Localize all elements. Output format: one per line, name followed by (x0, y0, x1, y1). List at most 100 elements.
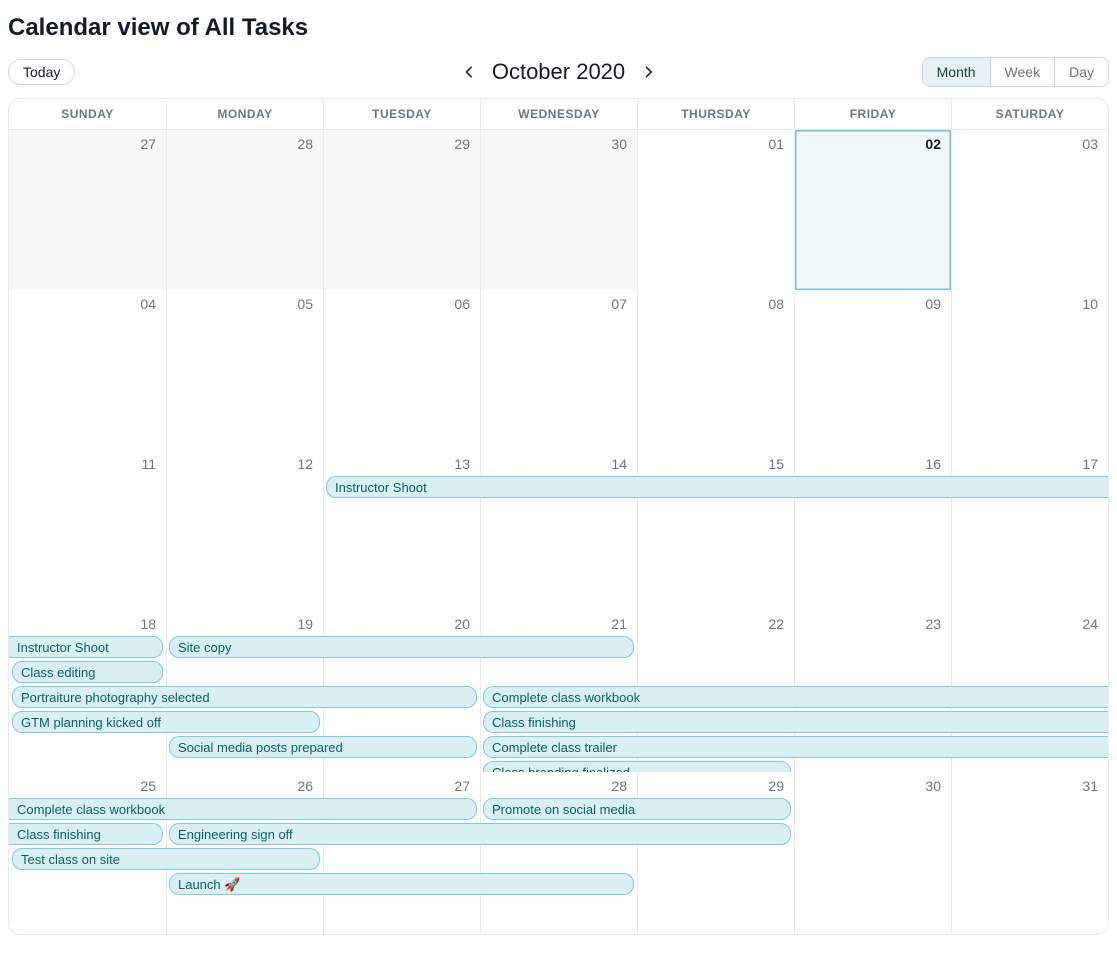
calendar-week: 18192021222324Instructor ShootSite copyC… (9, 610, 1108, 772)
day-of-week-header: THURSDAY (637, 99, 794, 130)
calendar-day-cell[interactable]: 03 (951, 130, 1108, 290)
period-label: October 2020 (492, 59, 625, 85)
day-number: 16 (925, 456, 941, 472)
day-number: 09 (925, 296, 941, 312)
day-number: 22 (768, 616, 784, 632)
calendar-day-cell[interactable]: 09 (794, 290, 951, 450)
calendar-event[interactable]: Complete class trailer (483, 736, 1108, 758)
day-number: 30 (925, 778, 941, 794)
calendar-event[interactable]: Class finishing (483, 711, 1108, 733)
calendar-day-cell[interactable]: 17 (951, 450, 1108, 610)
calendar-day-cell[interactable]: 30 (480, 130, 637, 290)
calendar-day-cell[interactable]: 11 (9, 450, 166, 610)
calendar-event[interactable]: Launch 🚀 (169, 873, 634, 895)
calendar-day-cell[interactable]: 27 (9, 130, 166, 290)
calendar-day-cell[interactable]: 01 (637, 130, 794, 290)
calendar-day-cell[interactable]: 13 (323, 450, 480, 610)
day-number: 23 (925, 616, 941, 632)
day-number: 08 (768, 296, 784, 312)
day-number: 03 (1082, 136, 1098, 152)
calendar-day-cell[interactable]: 28 (166, 130, 323, 290)
calendar-day-cell[interactable]: 07 (480, 290, 637, 450)
calendar-day-cell[interactable]: 16 (794, 450, 951, 610)
day-number: 29 (768, 778, 784, 794)
calendar-event[interactable]: Site copy (169, 636, 634, 658)
calendar-day-cell[interactable]: 08 (637, 290, 794, 450)
calendar-week: 27 28 29 30 01 02 03 (9, 130, 1108, 290)
calendar-day-cell[interactable]: 30 (794, 772, 951, 934)
calendar-event[interactable]: Instructor Shoot (9, 636, 163, 658)
calendar-day-cell[interactable]: 15 (637, 450, 794, 610)
calendar-day-cell[interactable]: 05 (166, 290, 323, 450)
calendar-event[interactable]: Social media posts prepared (169, 736, 477, 758)
calendar-grid: SUNDAYMONDAYTUESDAYWEDNESDAYTHURSDAYFRID… (8, 98, 1109, 935)
calendar-event[interactable]: Instructor Shoot (326, 476, 1108, 498)
calendar-event[interactable]: Complete class workbook (9, 798, 477, 820)
calendar-event[interactable]: Complete class workbook (483, 686, 1108, 708)
day-number: 25 (140, 778, 156, 794)
day-number: 17 (1082, 456, 1098, 472)
chevron-left-icon (462, 65, 476, 79)
period-navigator: October 2020 (458, 59, 659, 85)
day-number: 18 (140, 616, 156, 632)
calendar-day-cell[interactable]: 29 (323, 130, 480, 290)
day-number: 15 (768, 456, 784, 472)
calendar-day-cell[interactable]: 31 (951, 772, 1108, 934)
calendar-day-cell[interactable]: 27 (323, 772, 480, 934)
chevron-right-icon (641, 65, 655, 79)
calendar-week: 25 26 27 28 29 30 31 Complete class workbook Pro… (9, 772, 1108, 934)
day-number: 26 (297, 778, 313, 794)
day-number: 29 (454, 136, 470, 152)
day-number: 21 (611, 616, 627, 632)
prev-month-button[interactable] (458, 61, 480, 83)
next-month-button[interactable] (637, 61, 659, 83)
view-switcher: Month Week Day (922, 57, 1109, 87)
day-of-week-header-row: SUNDAYMONDAYTUESDAYWEDNESDAYTHURSDAYFRID… (9, 99, 1108, 130)
day-number: 01 (768, 136, 784, 152)
calendar-day-cell[interactable]: 12 (166, 450, 323, 610)
day-of-week-header: MONDAY (166, 99, 323, 130)
calendar-event[interactable]: Portraiture photography selected (12, 686, 477, 708)
calendar-event[interactable]: Promote on social media (483, 798, 791, 820)
calendar-week-row: 27 28 29 30 01 02 03 (9, 130, 1108, 290)
day-number: 20 (454, 616, 470, 632)
day-number: 12 (297, 456, 313, 472)
calendar-day-cell[interactable]: 06 (323, 290, 480, 450)
view-month-button[interactable]: Month (923, 58, 990, 86)
calendar-week-row: 04 05 06 07 08 09 10 (9, 290, 1108, 450)
calendar-event[interactable]: Class finishing (9, 823, 163, 845)
calendar-week: 04 05 06 07 08 09 10 (9, 290, 1108, 450)
calendar-weeks-container: 27 28 29 30 01 02 03 04 05 06 07 08 09 10 11 12 13 14 15 16… (9, 130, 1108, 934)
calendar-day-cell[interactable]: 10 (951, 290, 1108, 450)
calendar-event[interactable]: Class branding finalized (483, 761, 791, 772)
view-week-button[interactable]: Week (990, 58, 1055, 86)
day-number: 27 (454, 778, 470, 794)
page-title: Calendar view of All Tasks (8, 14, 1109, 42)
calendar-day-cell[interactable]: 28 (480, 772, 637, 934)
calendar-day-cell[interactable]: 02 (794, 130, 951, 290)
day-of-week-header: FRIDAY (794, 99, 951, 130)
calendar-week: 11 12 13 14 15 16 17 Instructor Shoot (9, 450, 1108, 610)
day-of-week-header: WEDNESDAY (480, 99, 637, 130)
day-number: 28 (611, 778, 627, 794)
day-number: 28 (297, 136, 313, 152)
day-of-week-header: SUNDAY (9, 99, 166, 130)
calendar-event[interactable]: GTM planning kicked off (12, 711, 320, 733)
day-number: 24 (1082, 616, 1098, 632)
calendar-event[interactable]: Engineering sign off (169, 823, 791, 845)
day-number: 11 (141, 456, 156, 472)
day-number: 10 (1082, 296, 1098, 312)
calendar-event[interactable]: Test class on site (12, 848, 320, 870)
day-number: 14 (611, 456, 627, 472)
calendar-day-cell[interactable]: 14 (480, 450, 637, 610)
calendar-event[interactable]: Class editing (12, 661, 163, 683)
today-button[interactable]: Today (8, 59, 75, 85)
day-number: 05 (297, 296, 313, 312)
day-number: 02 (925, 136, 941, 152)
calendar-day-cell[interactable]: 04 (9, 290, 166, 450)
day-number: 13 (454, 456, 470, 472)
calendar-day-cell[interactable]: 29 (637, 772, 794, 934)
view-day-button[interactable]: Day (1054, 58, 1108, 86)
day-of-week-header: SATURDAY (951, 99, 1108, 130)
day-number: 06 (454, 296, 470, 312)
